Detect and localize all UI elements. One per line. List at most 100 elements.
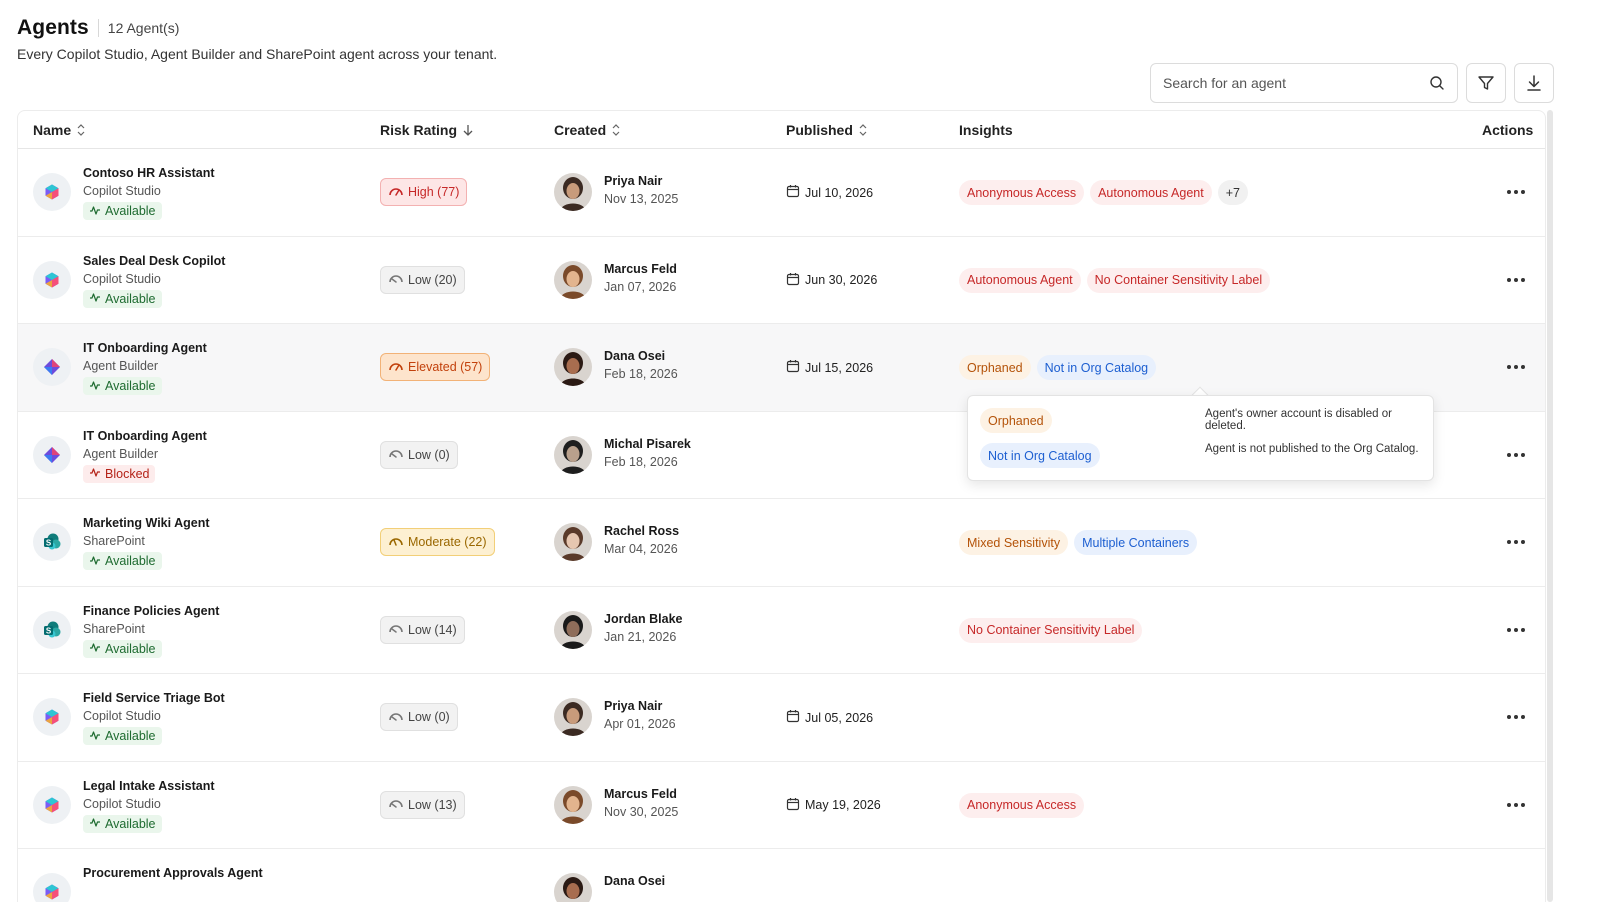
scrollbar[interactable] (1547, 110, 1553, 902)
table-row[interactable]: Procurement Approvals Agent Dana Osei (18, 849, 1545, 902)
dot-icon (1514, 540, 1518, 544)
dot-icon (1507, 802, 1511, 807)
created-date: Jan 21, 2026 (604, 629, 677, 644)
published-label: May 19, 2026 (805, 798, 881, 812)
insight-chip[interactable]: Mixed Sensitivity (959, 530, 1069, 555)
agent-name[interactable]: Field Service Triage Bot (83, 691, 225, 705)
table-row[interactable]: Legal Intake Assistant Copilot Studio Avai… (18, 762, 1545, 849)
status-badge: Available (83, 552, 162, 570)
table-row[interactable]: Contoso HR Assistant Copilot Studio Availa… (18, 149, 1545, 237)
table-row[interactable]: Field Service Triage Bot Copilot Studio Av… (18, 674, 1545, 762)
agent-name[interactable]: Sales Deal Desk Copilot (83, 254, 225, 268)
status-label: Available (105, 641, 156, 656)
insight-chip[interactable]: Anonymous Access (959, 180, 1085, 205)
status-badge: Blocked (83, 464, 156, 483)
insight-chip[interactable]: Not in Org Catalog (1036, 355, 1157, 380)
activity-icon (89, 816, 101, 831)
published-label: Jul 05, 2026 (805, 710, 874, 725)
status-badge: Available (83, 289, 162, 308)
gauge-icon (388, 710, 404, 725)
insights-more-chip[interactable]: +7 (1217, 180, 1248, 205)
agent-source: Copilot Studio (83, 184, 161, 198)
sort-icon (612, 124, 620, 136)
search-input[interactable]: Search for an agent (1150, 63, 1458, 103)
agent-name[interactable]: Marketing Wiki Agent (83, 516, 210, 530)
creator-name: Jordan Blake (604, 611, 683, 626)
published-label: Jul 15, 2026 (805, 360, 874, 375)
published-date: Jul 05, 2026 (786, 709, 873, 726)
risk-label: Low (0) (408, 710, 450, 724)
column-label: Actions (1482, 122, 1534, 138)
risk-label: Low (0) (408, 447, 450, 462)
agent-name[interactable]: IT Onboarding Agent (83, 429, 207, 443)
calendar-icon (786, 184, 800, 201)
more-actions-button[interactable] (1506, 183, 1526, 201)
insight-chip[interactable]: Anonymous Access (959, 792, 1085, 818)
sort-icon (859, 124, 867, 136)
calendar-icon (786, 797, 800, 814)
column-header-published[interactable]: Published (786, 111, 868, 149)
risk-badge: Low (0) (380, 703, 458, 731)
agent-source: Copilot Studio (83, 709, 161, 723)
copilot-icon (33, 698, 71, 736)
insight-chip[interactable]: No Container Sensitivity Label (959, 617, 1143, 643)
gauge-icon (388, 360, 404, 375)
agent-name[interactable]: Finance Policies Agent (83, 604, 219, 618)
more-actions-button[interactable] (1506, 796, 1526, 814)
column-header-risk[interactable]: Risk Rating (380, 111, 474, 149)
dot-icon (1521, 715, 1525, 719)
calendar-icon (786, 272, 800, 289)
agent-name[interactable]: Legal Intake Assistant (83, 779, 215, 793)
table-row[interactable]: Sales Deal Desk Copilot Copilot Studio Ava… (18, 237, 1545, 324)
download-button[interactable] (1514, 63, 1554, 103)
agent-name[interactable]: Contoso HR Assistant (83, 166, 215, 180)
insight-chip[interactable]: Multiple Containers (1074, 530, 1198, 555)
dot-icon (1521, 365, 1525, 369)
column-header-name[interactable]: Name (33, 111, 86, 149)
created-date: Nov 13, 2025 (604, 192, 679, 206)
dot-icon (1507, 452, 1511, 457)
insights-list: Anonymous Access Autonomous Agent +7 (959, 180, 1248, 205)
copilot-icon (33, 785, 71, 824)
column-header-created[interactable]: Created (554, 111, 621, 149)
dot-icon (1507, 190, 1511, 194)
insight-chip[interactable]: Orphaned (959, 355, 1031, 380)
risk-badge: Low (20) (380, 265, 465, 294)
activity-icon (89, 641, 101, 656)
activity-icon (89, 291, 101, 306)
table-row[interactable]: S Finance Policies Agent SharePoint Availab… (18, 587, 1545, 674)
more-actions-button[interactable] (1506, 358, 1526, 376)
insight-chip[interactable]: Autonomous Agent (959, 267, 1081, 293)
table-row[interactable]: S Marketing Wiki Agent SharePoint Available… (18, 499, 1545, 587)
agent-source: Copilot Studio (83, 796, 161, 811)
column-label: Insights (959, 122, 1013, 138)
insight-chip[interactable]: No Container Sensitivity Label (1086, 267, 1271, 293)
risk-badge: Low (13) (380, 790, 465, 819)
filter-button[interactable] (1466, 63, 1506, 103)
svg-text:S: S (46, 626, 52, 635)
title-divider (97, 19, 99, 37)
created-date: Nov 30, 2025 (604, 804, 679, 819)
filter-icon (1478, 76, 1494, 90)
created-date: Feb 18, 2026 (604, 367, 678, 381)
more-actions-button[interactable] (1506, 446, 1526, 464)
sharepoint-icon: S (33, 523, 71, 561)
builder-icon (33, 435, 71, 474)
more-actions-button[interactable] (1506, 533, 1526, 551)
column-label: Risk Rating (380, 122, 458, 138)
more-actions-button[interactable] (1506, 708, 1526, 726)
insight-chip[interactable]: Autonomous Agent (1090, 180, 1212, 205)
popover-desc-catalog: Agent is not published to the Org Catalo… (1205, 443, 1419, 455)
risk-label: Low (13) (408, 797, 457, 812)
agent-name[interactable]: Procurement Approvals Agent (83, 866, 263, 880)
published-label: Jul 10, 2026 (805, 185, 874, 200)
created-date: Feb 18, 2026 (604, 454, 678, 469)
gauge-icon (388, 535, 404, 550)
more-actions-button[interactable] (1506, 621, 1526, 639)
popover-desc-orphaned: Agent's owner account is disabled or del… (1205, 408, 1392, 432)
page-header: Agents 12 Agent(s) Every Copilot Studio,… (17, 16, 497, 62)
more-actions-button[interactable] (1506, 271, 1526, 289)
published-date: Jul 10, 2026 (786, 184, 873, 201)
dot-icon (1507, 365, 1511, 369)
agent-name[interactable]: IT Onboarding Agent (83, 341, 207, 355)
